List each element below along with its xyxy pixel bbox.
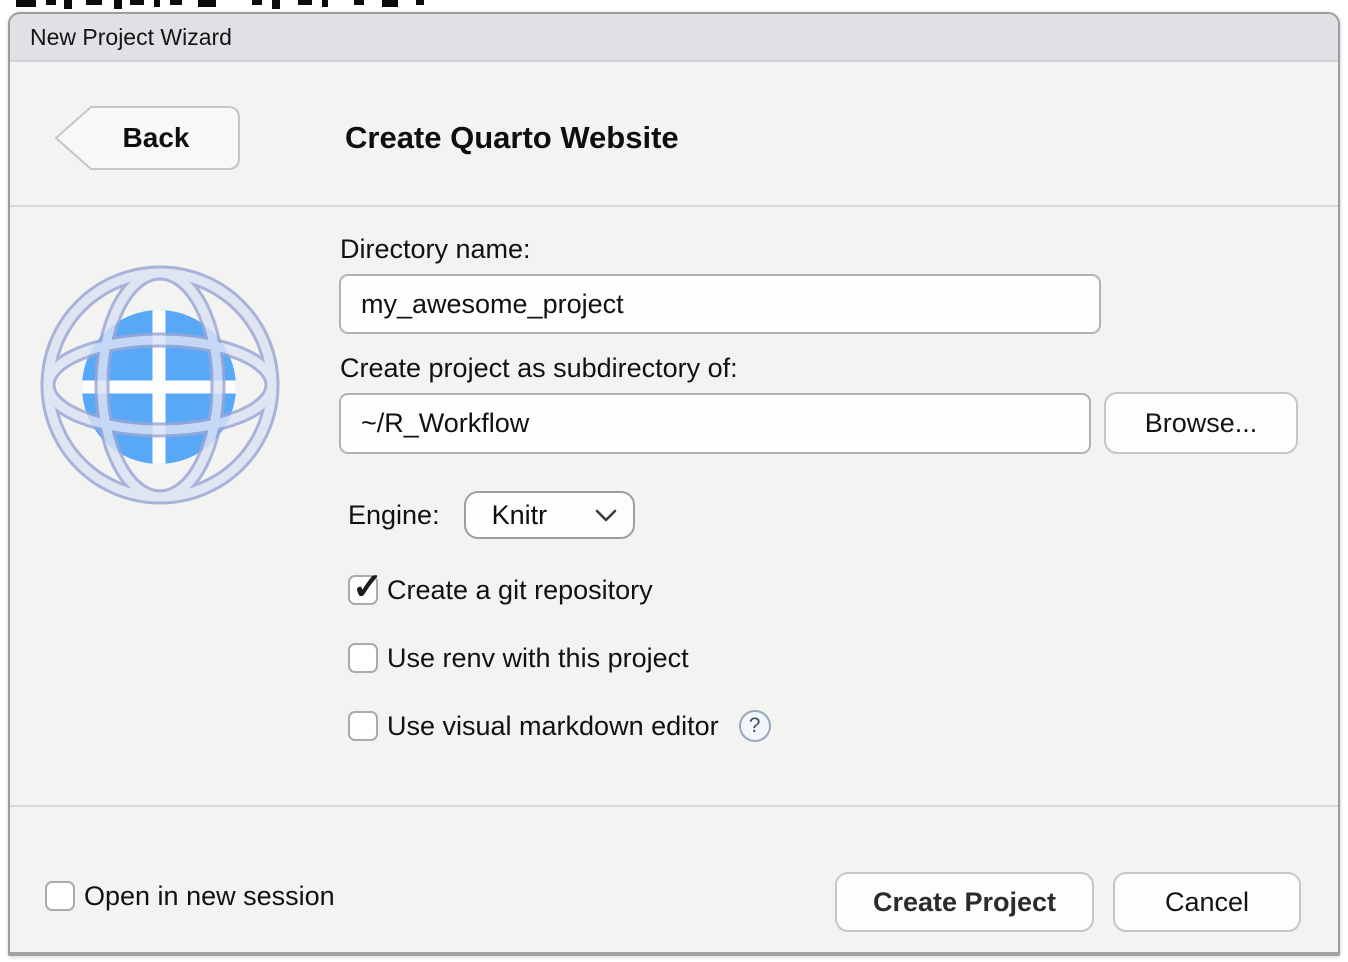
quarto-website-globe-icon bbox=[38, 262, 282, 508]
background-artifact bbox=[46, 0, 56, 5]
footer-divider bbox=[10, 805, 1338, 807]
subdirectory-input[interactable] bbox=[339, 393, 1091, 454]
git-repository-checkbox[interactable]: ✓ bbox=[348, 575, 378, 605]
background-artifact bbox=[298, 0, 312, 5]
directory-name-input[interactable] bbox=[339, 274, 1101, 334]
visual-markdown-row: ✓ Use visual markdown editor ? bbox=[348, 710, 771, 742]
background-artifact bbox=[382, 0, 398, 7]
engine-select[interactable]: Knitr bbox=[464, 491, 635, 539]
renv-checkbox[interactable]: ✓ bbox=[348, 643, 378, 673]
background-artifact bbox=[154, 0, 160, 7]
window-title: New Project Wizard bbox=[30, 24, 232, 51]
background-artifact bbox=[170, 0, 182, 5]
open-session-label: Open in new session bbox=[84, 881, 335, 912]
chevron-down-icon bbox=[595, 509, 617, 522]
background-artifact bbox=[198, 0, 216, 7]
background-artifact bbox=[322, 0, 328, 7]
window-title-bar: New Project Wizard bbox=[10, 14, 1338, 62]
background-artifact bbox=[354, 0, 364, 5]
new-project-wizard-dialog: New Project Wizard Back Create Quarto We… bbox=[8, 12, 1340, 956]
background-artifact bbox=[416, 0, 424, 5]
page-title: Create Quarto Website bbox=[345, 105, 679, 171]
create-project-button[interactable]: Create Project bbox=[835, 872, 1094, 932]
background-artifact bbox=[252, 0, 262, 5]
visual-markdown-checkbox[interactable]: ✓ bbox=[348, 711, 378, 741]
renv-row: ✓ Use renv with this project bbox=[348, 642, 689, 674]
engine-selected-value: Knitr bbox=[492, 500, 595, 531]
background-artifact bbox=[272, 0, 280, 9]
background-artifact bbox=[114, 0, 122, 9]
back-button[interactable]: Back bbox=[53, 105, 241, 171]
browse-button[interactable]: Browse... bbox=[1104, 392, 1298, 454]
visual-markdown-label: Use visual markdown editor bbox=[387, 711, 719, 742]
help-icon[interactable]: ? bbox=[739, 710, 771, 742]
cancel-button[interactable]: Cancel bbox=[1113, 872, 1301, 932]
back-button-label: Back bbox=[53, 105, 241, 171]
git-repository-label: Create a git repository bbox=[387, 575, 653, 606]
engine-label: Engine: bbox=[348, 500, 440, 531]
background-artifact bbox=[64, 0, 72, 9]
git-repository-row: ✓ Create a git repository bbox=[348, 574, 653, 606]
header-divider bbox=[10, 205, 1338, 207]
checkmark-icon: ✓ bbox=[352, 565, 383, 608]
renv-label: Use renv with this project bbox=[387, 643, 689, 674]
background-artifact bbox=[16, 0, 36, 7]
background-artifact bbox=[86, 0, 102, 5]
subdirectory-label: Create project as subdirectory of: bbox=[340, 353, 738, 384]
open-session-checkbox[interactable]: ✓ bbox=[45, 881, 75, 911]
directory-name-label: Directory name: bbox=[340, 234, 531, 265]
engine-row: Engine: Knitr bbox=[348, 490, 635, 540]
open-session-row: ✓ Open in new session bbox=[45, 880, 335, 912]
background-artifact bbox=[130, 0, 144, 5]
